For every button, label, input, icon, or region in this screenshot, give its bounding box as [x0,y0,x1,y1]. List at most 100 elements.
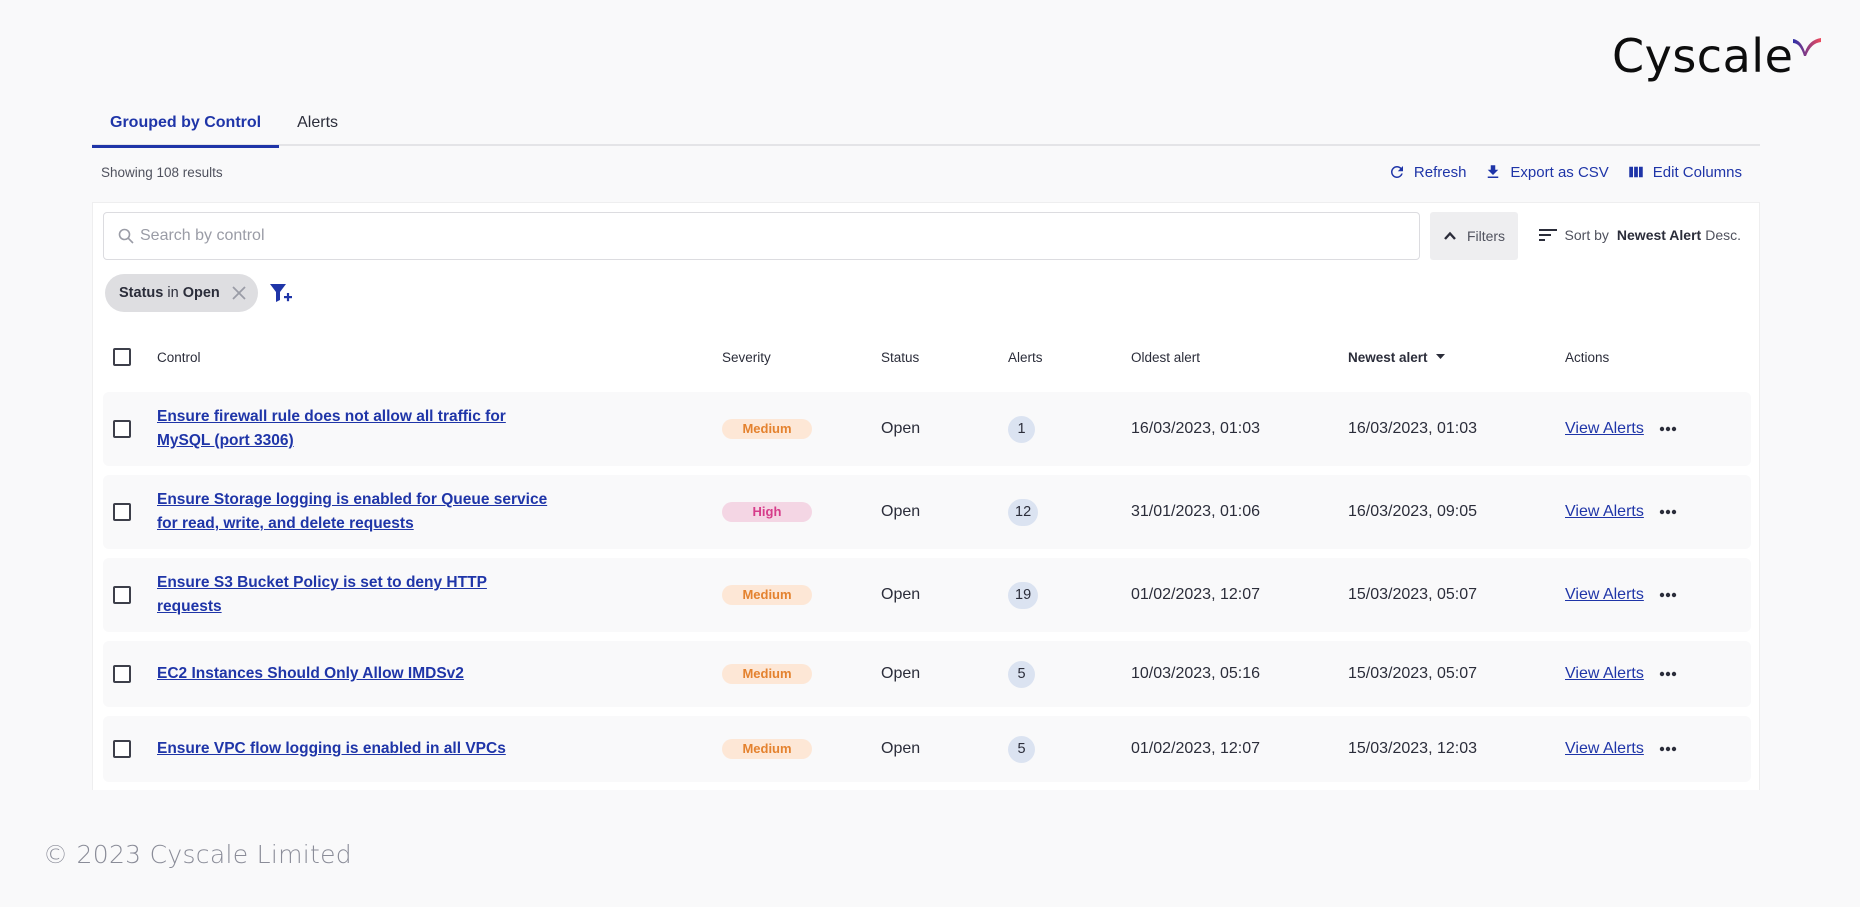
control-link[interactable]: Ensure firewall rule does not allow all … [157,408,506,449]
table-row: EC2 Instances Should Only Allow IMDSv2 M… [103,641,1751,707]
tab-alerts[interactable]: Alerts [279,106,356,146]
oldest-alert-date: 10/03/2023, 05:16 [1131,665,1261,682]
more-options-icon[interactable] [1658,426,1678,432]
refresh-label: Refresh [1413,163,1467,181]
severity-badge: Medium [722,739,812,759]
newest-alert-date: 15/03/2023, 05:07 [1348,586,1478,603]
view-alerts-link[interactable]: View Alerts [1565,665,1644,683]
table-body: Ensure firewall rule does not allow all … [103,392,1751,791]
severity-badge: Medium [722,664,812,684]
more-options-icon[interactable] [1658,592,1678,598]
close-icon[interactable] [230,284,248,302]
column-header-status: Status [881,349,920,365]
view-alerts-link[interactable]: View Alerts [1565,586,1644,604]
filters-toggle-button[interactable]: Filters [1430,212,1518,260]
more-options-icon[interactable] [1658,671,1678,677]
oldest-alert-date: 01/02/2023, 12:07 [1131,740,1261,757]
search-input[interactable] [140,227,1390,245]
filter-field: Status [119,285,164,301]
row-checkbox[interactable] [113,665,131,683]
row-checkbox[interactable] [113,740,131,758]
newest-alert-date: 16/03/2023, 01:03 [1348,420,1478,437]
download-icon [1488,165,1499,178]
severity-badge: Medium [722,419,812,439]
results-card: Filters Sort by Newest Alert Desc. Statu… [92,202,1760,790]
select-all-checkbox[interactable] [113,348,131,366]
row-checkbox[interactable] [113,586,131,604]
toolbar-actions: Refresh Export as CSV Edit Columns [1388,163,1742,181]
column-header-alerts: Alerts [1008,349,1043,365]
control-link[interactable]: Ensure VPC flow logging is enabled in al… [157,740,506,757]
table-row: Ensure VPC flow logging is enabled in al… [103,716,1751,782]
refresh-button[interactable]: Refresh [1388,163,1467,181]
severity-badge: Medium [722,585,812,605]
status-text: Open [881,503,921,520]
search-field[interactable] [103,212,1420,260]
column-header-severity: Severity [722,349,771,365]
view-tabs: Grouped by Control Alerts [92,106,1760,148]
alerts-count-badge: 5 [1008,660,1035,688]
refresh-icon [1390,165,1403,178]
newest-alert-date: 15/03/2023, 05:07 [1348,665,1478,682]
view-alerts-link[interactable]: View Alerts [1565,420,1644,438]
status-text: Open [881,740,921,757]
row-checkbox[interactable] [113,503,131,521]
filter-chip-text: Status in Open [119,285,220,301]
chevron-up-icon [1444,231,1456,240]
control-link[interactable]: Ensure S3 Bucket Policy is set to deny H… [157,574,487,615]
table-row: Ensure S3 Bucket Policy is set to deny H… [103,558,1751,632]
status-text: Open [881,586,921,603]
alerts-count-badge: 12 [1008,498,1039,526]
oldest-alert-date: 16/03/2023, 01:03 [1131,420,1261,437]
logo-wordmark: Cyscale [1612,29,1794,83]
edit-columns-button[interactable]: Edit Columns [1627,163,1742,181]
tab-grouped-by-control[interactable]: Grouped by Control [92,106,280,148]
newest-alert-label: Newest alert [1348,349,1428,365]
alerts-count-badge: 1 [1008,415,1035,443]
oldest-alert-date: 31/01/2023, 01:06 [1131,503,1261,520]
view-alerts-link[interactable]: View Alerts [1565,503,1644,521]
sort-desc-icon [1435,354,1445,359]
status-text: Open [881,420,921,437]
columns-icon [1629,166,1643,178]
more-options-icon[interactable] [1658,509,1678,515]
more-options-icon[interactable] [1658,746,1678,752]
table-row: Ensure Storage logging is enabled for Qu… [103,475,1751,549]
search-icon [118,228,134,244]
severity-badge: High [722,502,812,522]
add-filter-button[interactable] [269,281,293,305]
control-link[interactable]: EC2 Instances Should Only Allow IMDSv2 [157,665,464,682]
newest-alert-date: 16/03/2023, 09:05 [1348,503,1478,520]
copyright-footer: © 2023 Cyscale Limited [43,840,352,869]
sort-field: Newest Alert [1616,227,1702,243]
results-count: Showing 108 results [101,165,223,180]
column-header-control: Control [157,349,201,365]
filters-label: Filters [1466,228,1506,244]
sort-control[interactable]: Sort by Newest Alert Desc. [1538,227,1741,243]
alerts-count-badge: 19 [1008,581,1039,609]
column-header-newest-alert[interactable]: Newest alert [1348,350,1565,365]
row-checkbox[interactable] [113,420,131,438]
filter-value: Open [182,285,220,301]
edit-columns-label: Edit Columns [1652,163,1742,181]
export-csv-button[interactable]: Export as CSV [1484,163,1609,181]
oldest-alert-date: 01/02/2023, 12:07 [1131,586,1261,603]
newest-alert-date: 15/03/2023, 12:03 [1348,740,1478,757]
cyscale-logo: Cyscale [1612,28,1823,84]
table-header: Control Severity Status Alerts Oldest al… [103,333,1751,381]
control-link[interactable]: Ensure Storage logging is enabled for Qu… [157,491,547,532]
status-text: Open [881,665,921,682]
sort-prefix: Sort by [1564,227,1609,243]
column-header-actions: Actions [1565,349,1610,365]
filter-add-icon [270,284,292,302]
column-header-oldest-alert: Oldest alert [1131,349,1201,365]
table-row: Ensure firewall rule does not allow all … [103,392,1751,466]
filter-operator: in [167,285,179,301]
view-alerts-link[interactable]: View Alerts [1565,740,1644,758]
sort-direction: Desc. [1705,227,1741,243]
alerts-count-badge: 5 [1008,735,1035,763]
export-csv-label: Export as CSV [1510,163,1609,181]
logo-mark-icon [1793,38,1822,56]
sort-icon [1538,229,1557,241]
active-filter-chip[interactable]: Status in Open [105,274,258,312]
